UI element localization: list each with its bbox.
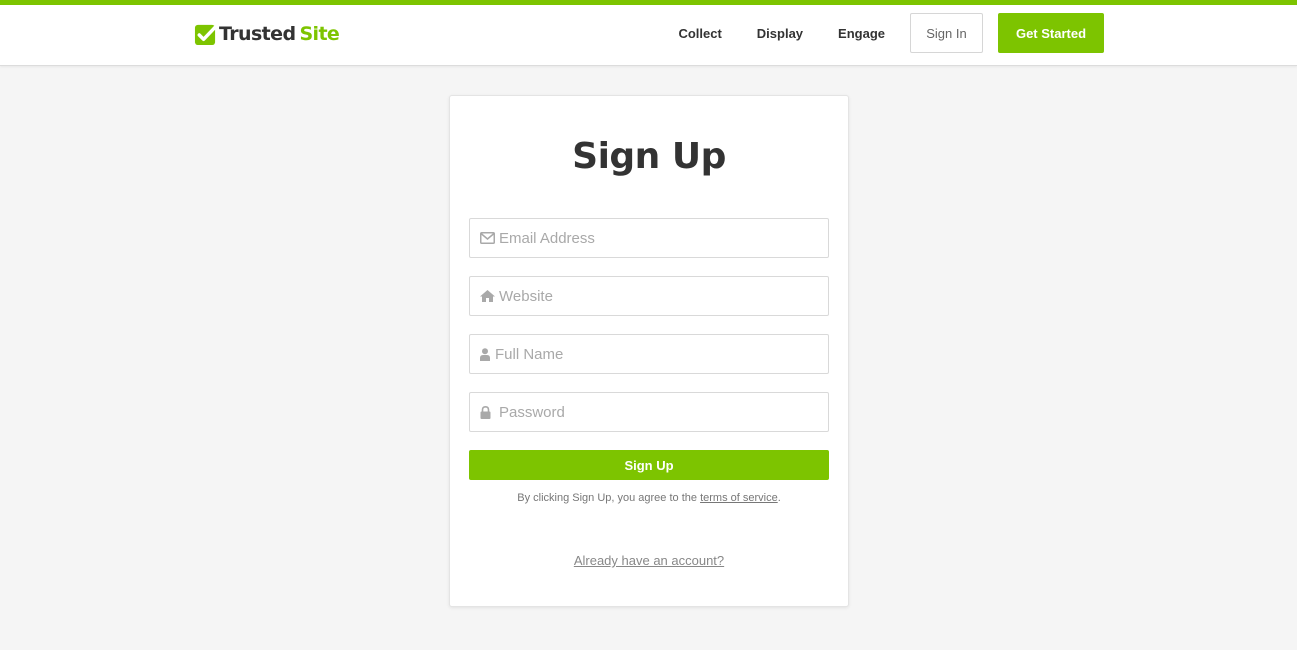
nav-link-collect[interactable]: Collect — [678, 26, 721, 41]
website-input[interactable] — [499, 287, 819, 305]
envelope-icon — [480, 231, 496, 245]
nav-link-display[interactable]: Display — [757, 26, 803, 41]
user-icon — [480, 347, 492, 361]
already-have-account-link[interactable]: Already have an account? — [574, 553, 724, 568]
lock-icon — [480, 405, 496, 419]
get-started-button[interactable]: Get Started — [998, 13, 1104, 53]
terms-of-service-link[interactable]: terms of service — [700, 492, 778, 504]
main-nav: Collect Display Engage Sign In Get Start… — [678, 13, 1104, 53]
full-name-input[interactable] — [495, 345, 815, 363]
already-account-row: Already have an account? — [450, 553, 848, 568]
terms-prefix: By clicking Sign Up, you agree to the — [517, 492, 701, 504]
nav-link-engage[interactable]: Engage — [838, 26, 885, 41]
page-title: Sign Up — [572, 136, 726, 177]
brand-name: Trusted Site — [219, 23, 340, 45]
full-name-field[interactable] — [469, 334, 829, 374]
website-field[interactable] — [469, 276, 829, 316]
email-field[interactable] — [469, 218, 829, 258]
terms-notice: By clicking Sign Up, you agree to the te… — [450, 492, 848, 504]
password-input[interactable] — [499, 403, 819, 421]
home-icon — [480, 289, 496, 303]
terms-suffix: . — [777, 492, 781, 504]
checkmark-logo-icon — [194, 24, 217, 45]
signup-card: Sign Up Sign Up By clicking Sign Up, you… — [449, 95, 849, 607]
site-header: Trusted Site Collect Display Engage Sign … — [0, 5, 1297, 66]
brand-logo[interactable]: Trusted Site — [194, 22, 340, 46]
sign-up-button[interactable]: Sign Up — [469, 450, 829, 480]
password-field[interactable] — [469, 392, 829, 432]
sign-in-button[interactable]: Sign In — [910, 13, 983, 53]
email-input[interactable] — [499, 229, 819, 247]
